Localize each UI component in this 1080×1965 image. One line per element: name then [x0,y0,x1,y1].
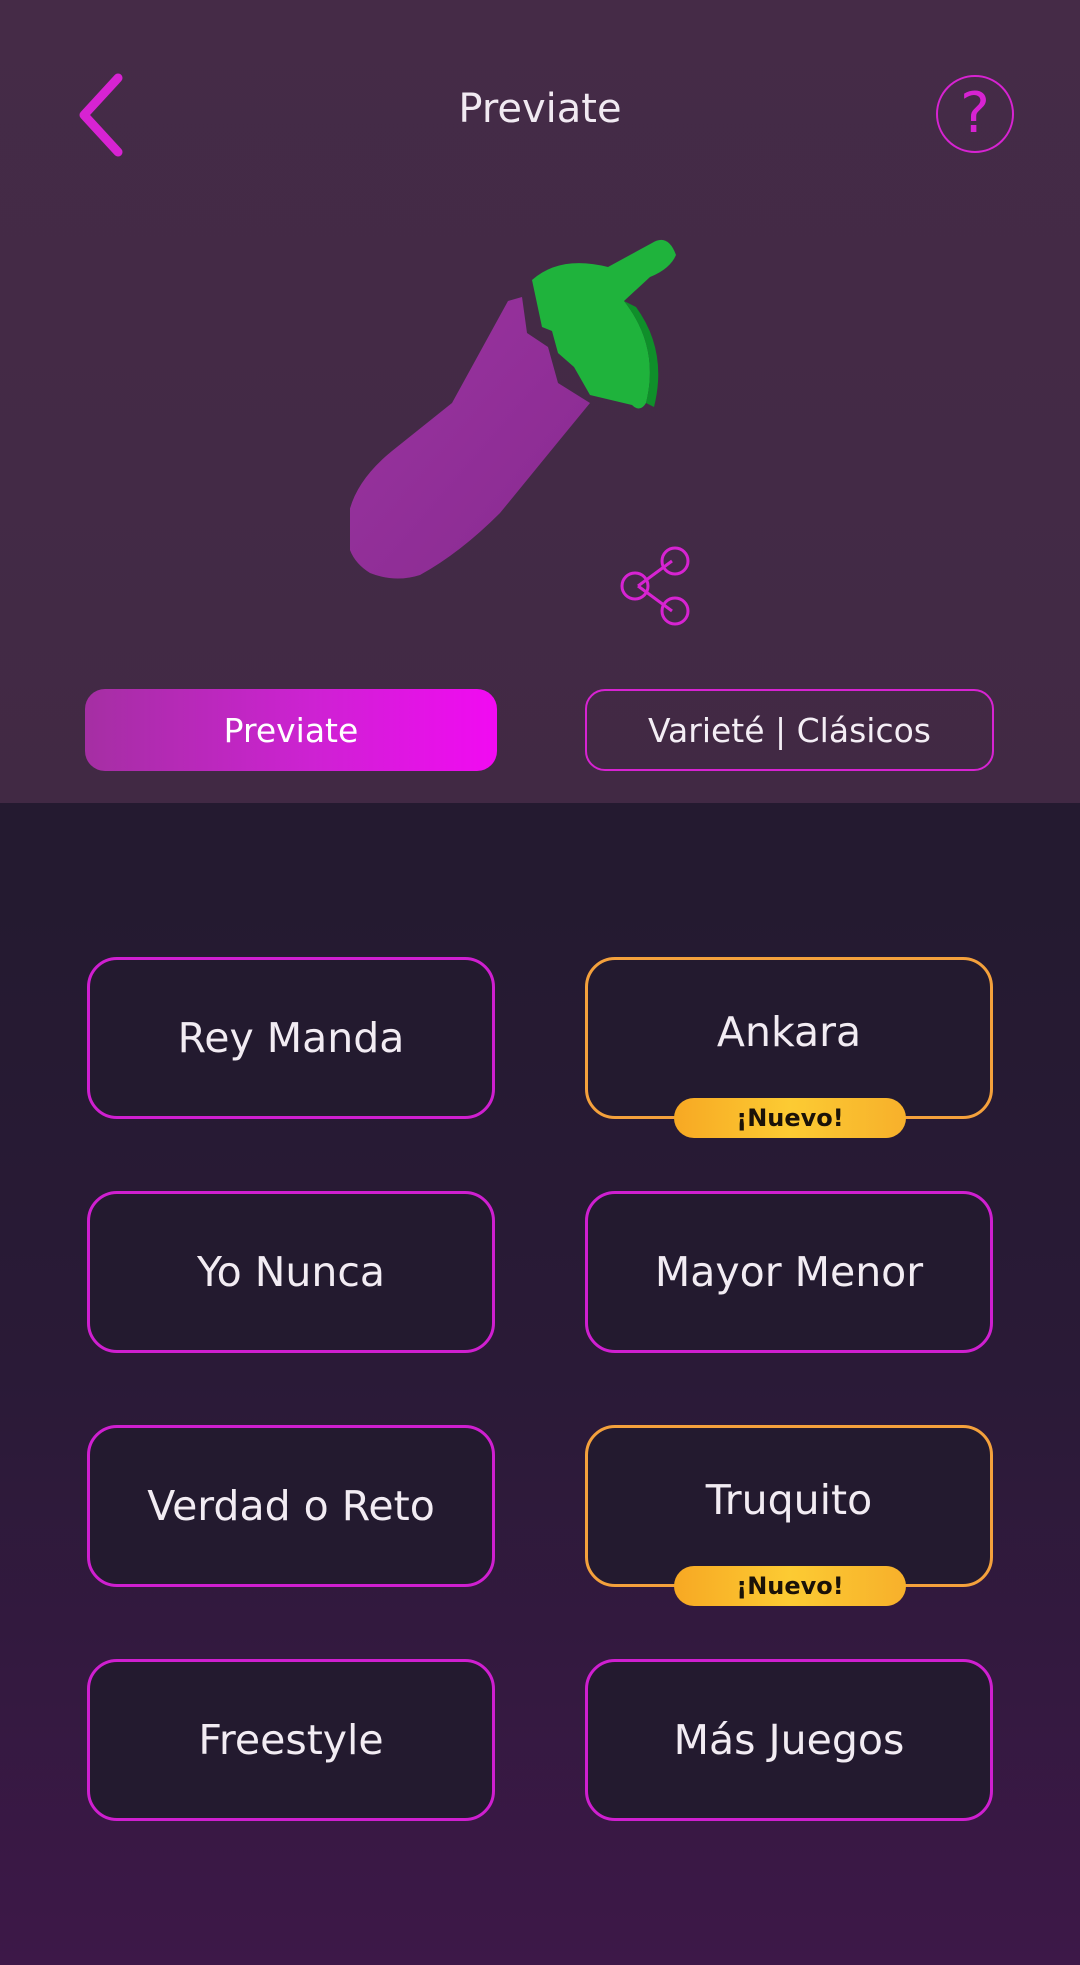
new-badge: ¡Nuevo! [674,1566,906,1606]
question-mark-icon: ? [960,81,990,146]
game-card-truquito[interactable]: Truquito ¡Nuevo! [585,1425,993,1606]
help-button[interactable]: ? [936,75,1014,153]
game-card-yo-nunca[interactable]: Yo Nunca [87,1191,495,1353]
game-card-label: Verdad o Reto [147,1482,435,1530]
game-card-mayor-menor[interactable]: Mayor Menor [585,1191,993,1353]
game-card-freestyle[interactable]: Freestyle [87,1659,495,1821]
game-card-ankara[interactable]: Ankara ¡Nuevo! [585,957,993,1138]
game-card-label: Ankara [716,1008,862,1056]
game-card-label: Rey Manda [177,1014,405,1062]
game-card-label: Truquito [705,1476,873,1524]
game-card-rey-manda[interactable]: Rey Manda [87,957,495,1119]
eggplant-icon [350,239,676,579]
tab-variete-clasicos[interactable]: Varieté | Clásicos [585,689,994,771]
new-badge: ¡Nuevo! [674,1098,906,1138]
game-card-label: Más Juegos [673,1716,905,1764]
game-card-verdad-o-reto[interactable]: Verdad o Reto [87,1425,495,1587]
game-card-label: Yo Nunca [196,1248,386,1296]
game-card-label: Mayor Menor [654,1248,924,1296]
page-title: Previate [458,86,622,132]
game-card-label: Freestyle [198,1716,384,1764]
tab-previate[interactable]: Previate [85,689,497,771]
share-icon[interactable] [620,545,694,627]
game-card-mas-juegos[interactable]: Más Juegos [585,1659,993,1821]
